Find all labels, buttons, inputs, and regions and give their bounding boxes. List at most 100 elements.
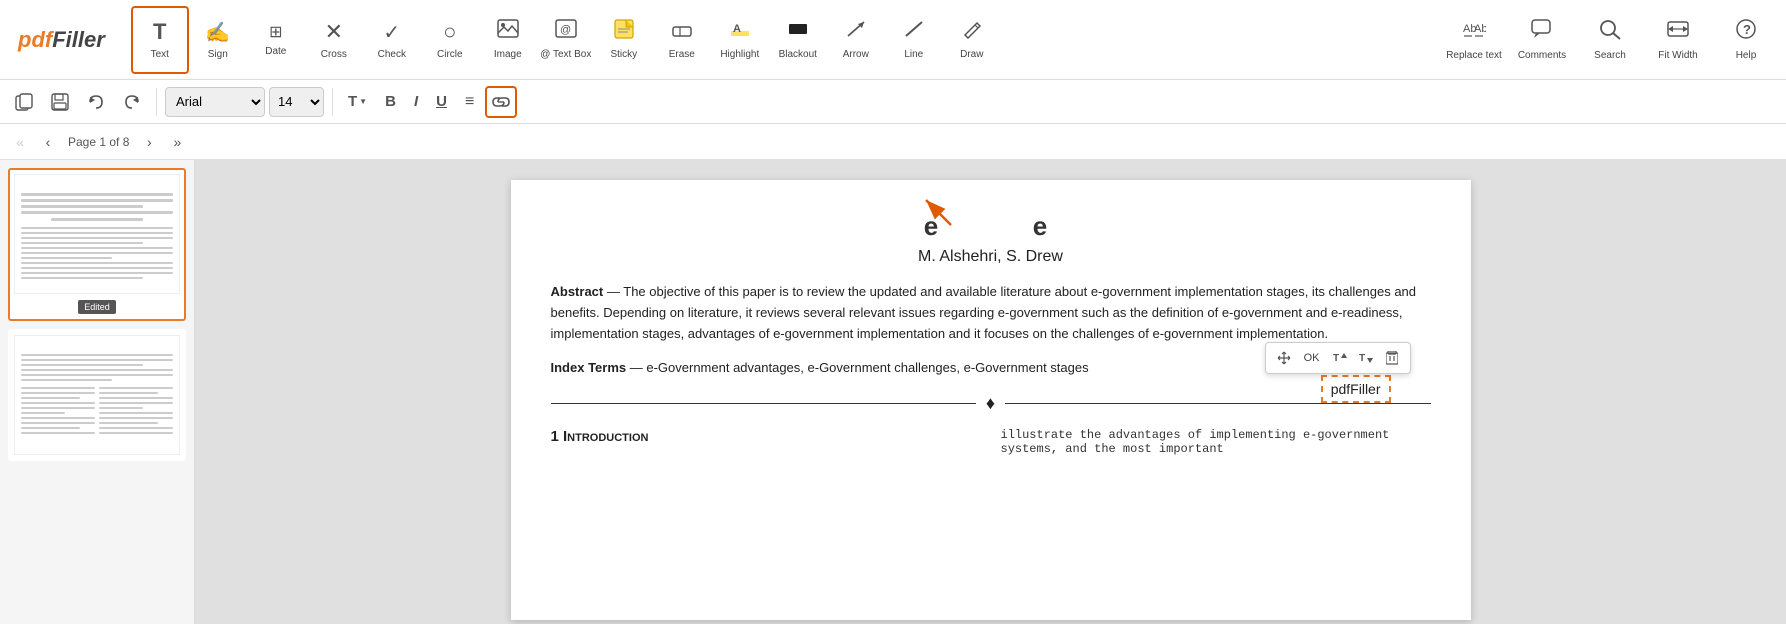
copy-pages-btn[interactable]: [8, 86, 40, 118]
tool-fit-width[interactable]: Fit Width: [1646, 6, 1710, 74]
next-page-btn[interactable]: ›: [137, 130, 161, 154]
tool-date-label: Date: [265, 46, 286, 57]
tool-help[interactable]: ? Help: [1714, 6, 1778, 74]
tool-sign[interactable]: ✍ Sign: [189, 6, 247, 74]
sign-icon: ✍: [205, 20, 230, 45]
textbox-icon: @: [555, 19, 577, 45]
content-area: e e M. Alshehri, S. Drew Abstract — The …: [195, 160, 1786, 624]
tool-draw[interactable]: Draw: [943, 6, 1001, 74]
tool-check[interactable]: ✓ Check: [363, 6, 421, 74]
intro-left: 1 Introduction: [551, 428, 981, 456]
text-format-btn[interactable]: T ▼: [341, 87, 374, 117]
tool-textbox[interactable]: @ @ Text Box: [537, 6, 595, 74]
comments-icon: [1530, 18, 1554, 46]
thumb-img-1: [14, 174, 180, 294]
tool-arrow-label: Arrow: [843, 49, 869, 60]
text-format-dropdown-icon: ▼: [359, 97, 367, 106]
image-icon: [497, 19, 519, 45]
underline-btn[interactable]: U: [429, 87, 454, 117]
tool-line[interactable]: Line: [885, 6, 943, 74]
tool-textbox-label: @ Text Box: [540, 49, 591, 60]
tool-search[interactable]: Search: [1578, 6, 1642, 74]
italic-btn[interactable]: I: [407, 87, 425, 117]
link-btn[interactable]: [485, 86, 517, 118]
date-icon: ⊞: [269, 22, 282, 42]
first-page-btn[interactable]: «: [8, 130, 32, 154]
tool-replace-text[interactable]: AbAb Replace text: [1442, 6, 1506, 74]
ok-label: OK: [1304, 352, 1320, 364]
align-btn[interactable]: ≡: [458, 87, 481, 117]
highlight-icon: A: [729, 19, 751, 45]
text-box-delete-btn[interactable]: [1380, 346, 1404, 370]
logo-pdf: pdf: [18, 27, 52, 52]
tool-text[interactable]: T Text: [131, 6, 189, 74]
thumbnail-2[interactable]: 2: [8, 329, 186, 461]
fit-width-icon: [1666, 18, 1690, 46]
tool-draw-label: Draw: [960, 49, 983, 60]
tool-comments[interactable]: Comments: [1510, 6, 1574, 74]
tool-text-label: Text: [151, 49, 169, 60]
tool-erase[interactable]: Erase: [653, 6, 711, 74]
undo-btn[interactable]: [80, 86, 112, 118]
tool-fit-width-label: Fit Width: [1658, 50, 1697, 61]
bold-icon: B: [385, 93, 396, 110]
thumbnail-1[interactable]: 1: [8, 168, 186, 321]
svg-text:Ab: Ab: [1474, 23, 1486, 35]
thumb-img-2: [14, 335, 180, 455]
arrow-icon: [845, 19, 867, 45]
tool-check-label: Check: [378, 49, 406, 60]
text-format-t-icon: T: [348, 93, 357, 110]
tool-replace-text-label: Replace text: [1446, 50, 1502, 61]
tool-image[interactable]: Image: [479, 6, 537, 74]
text-box-move-btn[interactable]: [1272, 346, 1296, 370]
prev-page-btn[interactable]: ‹: [36, 130, 60, 154]
page-indicator: Page 1 of 8: [68, 135, 129, 149]
pdf-title-partial: e e: [551, 210, 1431, 242]
check-icon: ✓: [383, 20, 400, 45]
text-box-value: pdfFiller: [1331, 381, 1381, 397]
bold-btn[interactable]: B: [378, 87, 403, 117]
tool-arrow[interactable]: Arrow: [827, 6, 885, 74]
tool-circle[interactable]: ○ Circle: [421, 6, 479, 74]
tool-search-label: Search: [1594, 50, 1626, 61]
svg-text:T: T: [1333, 353, 1339, 364]
divider-line: ♦: [551, 393, 1431, 414]
size-select[interactable]: 8 10 12 14 16 18 24: [269, 87, 324, 117]
text-box-ok-btn[interactable]: OK: [1298, 346, 1326, 370]
text-box-overlay[interactable]: pdfFiller: [1321, 375, 1391, 403]
diamond-icon: ♦: [986, 393, 995, 414]
redo-btn[interactable]: [116, 86, 148, 118]
pdf-authors: M. Alshehri, S. Drew: [551, 248, 1431, 266]
replace-text-icon: AbAb: [1462, 18, 1486, 46]
pdf-page: e e M. Alshehri, S. Drew Abstract — The …: [511, 180, 1471, 620]
erase-icon: [671, 19, 693, 45]
tool-highlight[interactable]: A Highlight: [711, 6, 769, 74]
save-pdf-btn[interactable]: [44, 86, 76, 118]
abstract-text: — The objective of this paper is to revi…: [551, 284, 1417, 341]
align-icon: ≡: [465, 93, 474, 111]
tool-comments-label: Comments: [1518, 50, 1566, 61]
index-label: Index Terms: [551, 360, 627, 375]
tool-blackout[interactable]: Blackout: [769, 6, 827, 74]
last-page-btn[interactable]: »: [165, 130, 189, 154]
tool-cross[interactable]: ✕ Cross: [305, 6, 363, 74]
tool-highlight-label: Highlight: [720, 49, 759, 60]
toolbar-top: pdfFiller T Text ✍ Sign ⊞ Date ✕ Cross ✓…: [0, 0, 1786, 80]
text-size-down-btn[interactable]: T: [1354, 346, 1378, 370]
svg-text:T: T: [1359, 353, 1365, 364]
svg-text:?: ?: [1743, 22, 1751, 37]
intro-title: Introduction: [563, 428, 648, 445]
abstract-label: Abstract: [551, 284, 604, 299]
tool-help-label: Help: [1736, 50, 1757, 61]
tool-date[interactable]: ⊞ Date: [247, 6, 305, 74]
font-select[interactable]: Arial Times New Roman Helvetica Courier …: [165, 87, 265, 117]
text-size-up-btn[interactable]: T: [1328, 346, 1352, 370]
sidebar: 1: [0, 160, 195, 624]
intro-right: illustrate the advantages of implementin…: [1001, 428, 1431, 456]
toolbar-second: Arial Times New Roman Helvetica Courier …: [0, 80, 1786, 124]
tool-blackout-label: Blackout: [779, 49, 817, 60]
tool-image-label: Image: [494, 49, 522, 60]
line-icon: [903, 19, 925, 45]
tool-cross-label: Cross: [321, 49, 347, 60]
tool-sticky[interactable]: Sticky: [595, 6, 653, 74]
